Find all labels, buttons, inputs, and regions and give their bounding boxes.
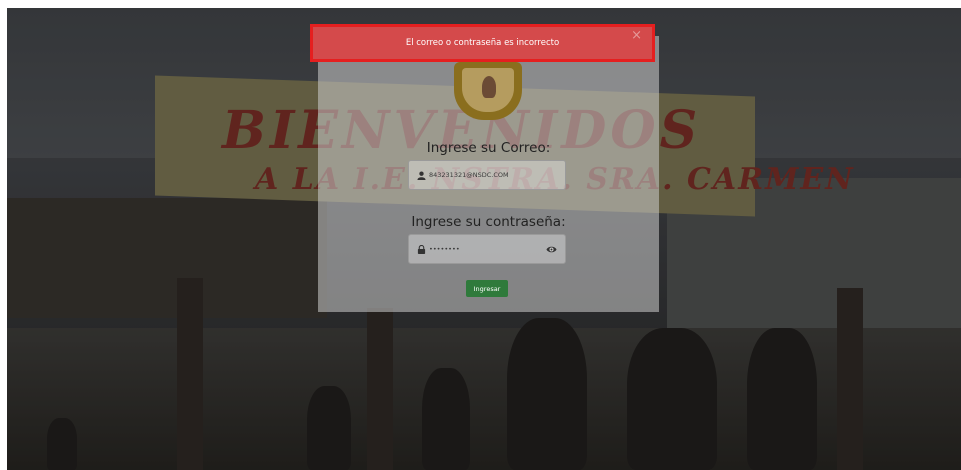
- lock-icon: [417, 245, 426, 254]
- login-button[interactable]: Ingresar: [466, 280, 508, 297]
- error-alert-message: El correo o contraseña es incorrecto: [405, 38, 560, 48]
- school-crest-figure: [482, 76, 496, 98]
- eye-icon[interactable]: [546, 244, 557, 255]
- password-input[interactable]: [429, 241, 549, 257]
- school-crest-logo: [454, 62, 522, 120]
- error-alert: El correo o contraseña es incorrecto ×: [310, 24, 655, 62]
- login-page: BIENVENIDOS A LA I.E. NSTRA. SRA. CARMEN…: [0, 0, 961, 470]
- user-icon: [417, 171, 426, 180]
- close-icon[interactable]: ×: [631, 29, 642, 43]
- password-label: Ingrese su contraseña:: [411, 214, 566, 230]
- password-field[interactable]: [408, 234, 566, 264]
- login-card: Ingrese su Correo: Ingrese su contraseña…: [318, 36, 659, 312]
- email-label: Ingrese su Correo:: [426, 140, 551, 156]
- school-crest-inner: [462, 68, 514, 112]
- email-input[interactable]: [429, 167, 549, 183]
- email-field[interactable]: [408, 160, 566, 190]
